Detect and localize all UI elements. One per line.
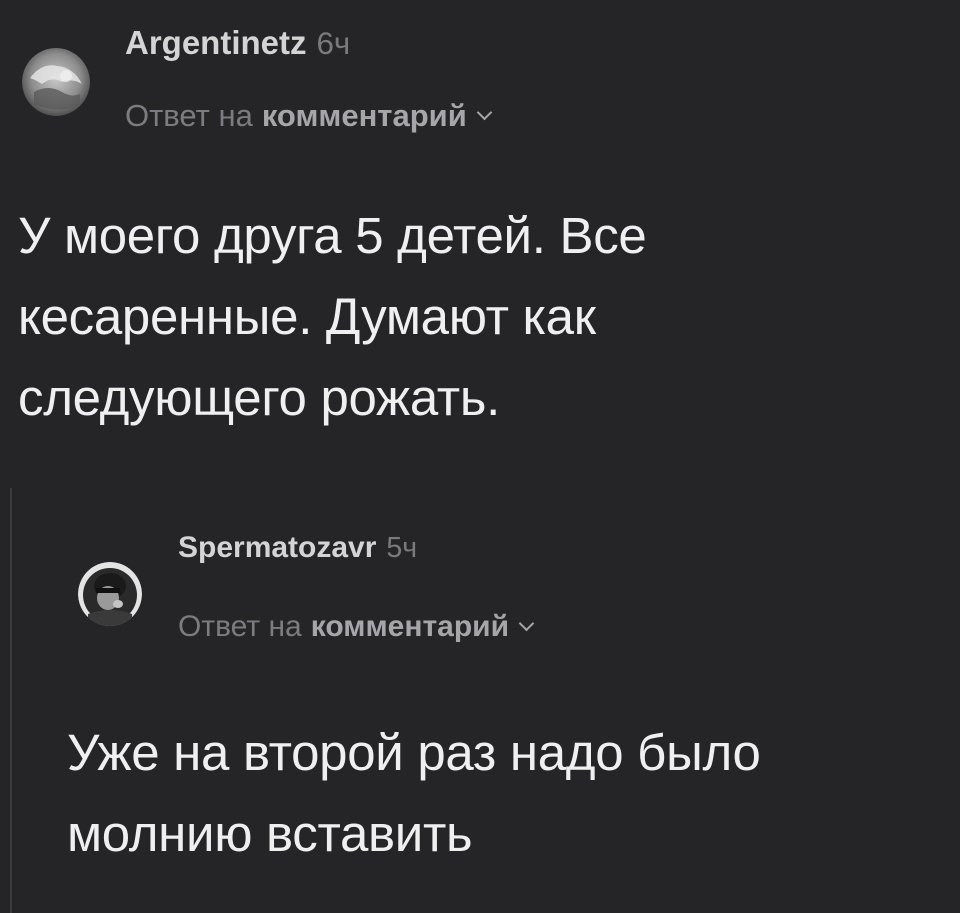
reply-target: комментарий (261, 98, 467, 133)
comment-text: У моего друга 5 детей. Все кесаренные. Д… (18, 195, 918, 438)
reply-prefix: Ответ на (178, 610, 302, 643)
reply-thread-line (10, 488, 12, 913)
reply-to-link[interactable]: Ответ на комментарий (178, 610, 535, 644)
reply-prefix: Ответ на (125, 98, 253, 133)
comment-text-line: Уже на второй раз надо было (67, 724, 761, 781)
comment-text-line: кесаренные. Думают как (18, 288, 596, 345)
comment-author[interactable]: Argentinetz (125, 24, 307, 61)
avatar-image (78, 562, 142, 626)
comment-text-line: молнию вставить (67, 805, 473, 862)
comment-text-line: следующего рожать. (18, 369, 500, 426)
comment-time: 5ч (386, 532, 418, 564)
avatar[interactable] (78, 562, 142, 626)
chevron-down-icon (518, 615, 535, 631)
avatar[interactable] (22, 48, 90, 116)
comment-time: 6ч (316, 26, 351, 61)
comments-thread: Argentinetz 6ч Ответ на комментарий У моег… (0, 0, 960, 913)
comment-text-line: У моего друга 5 детей. Все (18, 207, 647, 264)
comment-author[interactable]: Spermatozavr (178, 531, 376, 564)
avatar-image (22, 48, 90, 116)
reply-target: комментарий (310, 610, 510, 643)
chevron-down-icon (476, 104, 493, 120)
comment-author-row: Argentinetz 6ч (125, 24, 960, 62)
reply-to-link[interactable]: Ответ на комментарий (125, 98, 493, 134)
comment-text: Уже на второй раз надо было молнию встав… (67, 712, 947, 874)
comment-author-row: Spermatozavr 5ч (178, 531, 417, 565)
